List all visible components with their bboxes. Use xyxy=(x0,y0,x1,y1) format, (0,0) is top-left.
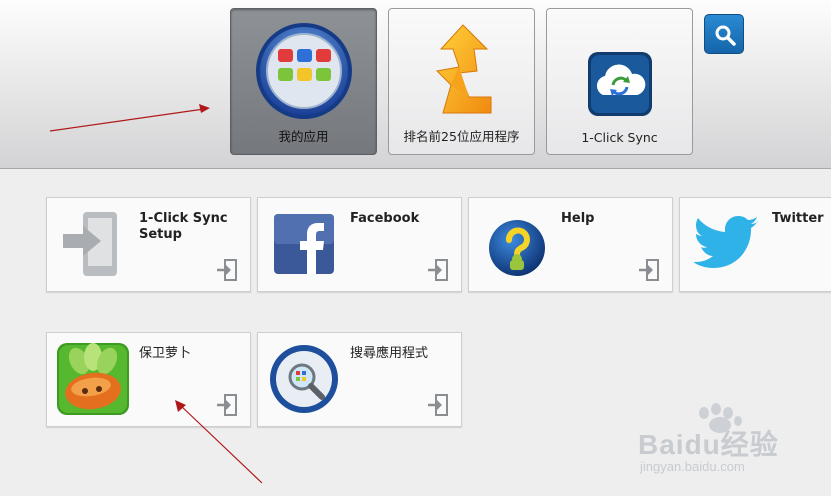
watermark-brand: Baidu经验 xyxy=(638,429,779,460)
annotation-arrow-to-my-apps xyxy=(49,104,210,132)
annotation-arrow-to-carrot-game xyxy=(175,400,263,484)
baidu-watermark: Baidu经验 jingyan.baidu.com xyxy=(636,401,826,491)
watermark-url: jingyan.baidu.com xyxy=(640,459,745,474)
